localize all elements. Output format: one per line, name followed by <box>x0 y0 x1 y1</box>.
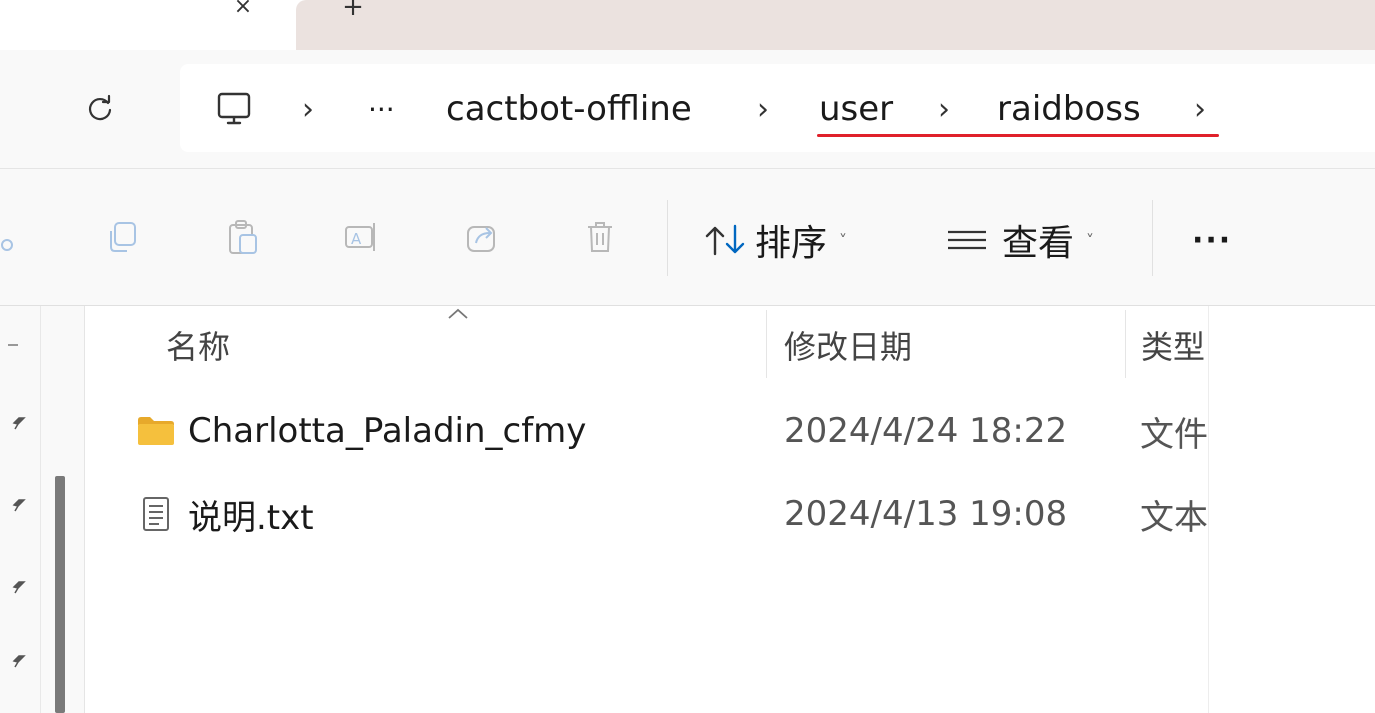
pin-icon[interactable] <box>10 652 28 670</box>
table-row[interactable]: 说明.txt 2024/4/13 19:08 文本 <box>100 483 1208 545</box>
share-icon[interactable] <box>460 215 504 259</box>
refresh-button[interactable] <box>80 84 120 134</box>
breadcrumb-separator[interactable]: › <box>302 84 314 134</box>
delete-icon[interactable] <box>578 215 622 259</box>
file-modified: 2024/4/13 19:08 <box>784 494 1068 534</box>
column-separator[interactable] <box>766 310 767 378</box>
collapse-dash-icon <box>8 344 18 346</box>
pin-icon[interactable] <box>10 578 28 596</box>
file-name: Charlotta_Paladin_cfmy <box>188 411 587 451</box>
file-name: 说明.txt <box>188 497 314 538</box>
breadcrumb-raidboss[interactable]: raidboss <box>997 84 1141 134</box>
file-modified: 2024/4/24 18:22 <box>784 411 1068 451</box>
file-type: 文本 <box>1140 497 1208 538</box>
pin-icon[interactable] <box>10 414 28 432</box>
command-bar <box>0 169 1375 306</box>
breadcrumb-overflow[interactable]: ··· <box>368 84 395 134</box>
column-separator[interactable] <box>1125 310 1126 378</box>
breadcrumb-separator[interactable]: › <box>938 84 950 134</box>
red-underline-annotation <box>817 134 1219 137</box>
breadcrumb-user[interactable]: user <box>819 84 893 134</box>
more-options-button[interactable]: ··· <box>1192 212 1232 268</box>
sort-button[interactable]: 排序 ˅ <box>703 212 847 268</box>
cut-icon[interactable] <box>0 215 20 259</box>
rename-icon[interactable]: A <box>340 215 384 259</box>
pin-icon[interactable] <box>10 496 28 514</box>
new-tab-area[interactable] <box>296 0 1375 50</box>
sort-label: 排序 <box>755 223 828 264</box>
svg-text:A: A <box>351 230 362 248</box>
table-row[interactable]: Charlotta_Paladin_cfmy 2024/4/24 18:22 文… <box>100 400 1208 462</box>
chevron-down-icon: ˅ <box>839 230 848 250</box>
chevron-down-icon: ˅ <box>1086 230 1095 250</box>
sort-icon <box>705 224 745 256</box>
file-type: 文件 <box>1140 414 1208 455</box>
nav-divider <box>40 306 41 713</box>
breadcrumb-cactbot-offline[interactable]: cactbot-offline <box>446 84 692 134</box>
folder-icon <box>138 417 174 445</box>
copy-icon[interactable] <box>101 215 145 259</box>
refresh-icon <box>88 94 112 121</box>
breadcrumb-separator[interactable]: › <box>757 84 769 134</box>
sort-caret-up-icon <box>448 308 468 319</box>
view-label: 查看 <box>1002 223 1075 264</box>
text-file-icon <box>143 497 169 531</box>
command-divider <box>667 200 668 276</box>
view-button[interactable]: 查看 ˅ <box>944 212 1094 268</box>
column-header-name[interactable]: 名称 <box>166 318 230 372</box>
breadcrumb-separator[interactable]: › <box>1194 84 1206 134</box>
view-list-icon <box>948 230 986 250</box>
list-right-edge <box>1208 306 1209 713</box>
nav-scrollbar[interactable] <box>55 476 65 713</box>
command-divider <box>1152 200 1153 276</box>
paste-icon[interactable] <box>220 215 264 259</box>
this-pc-icon[interactable] <box>210 84 258 134</box>
column-header-modified[interactable]: 修改日期 <box>784 318 912 372</box>
new-tab-plus-icon[interactable]: + <box>338 0 368 20</box>
tab-close-icon[interactable]: × <box>228 0 258 20</box>
column-header-type[interactable]: 类型 <box>1141 318 1208 372</box>
